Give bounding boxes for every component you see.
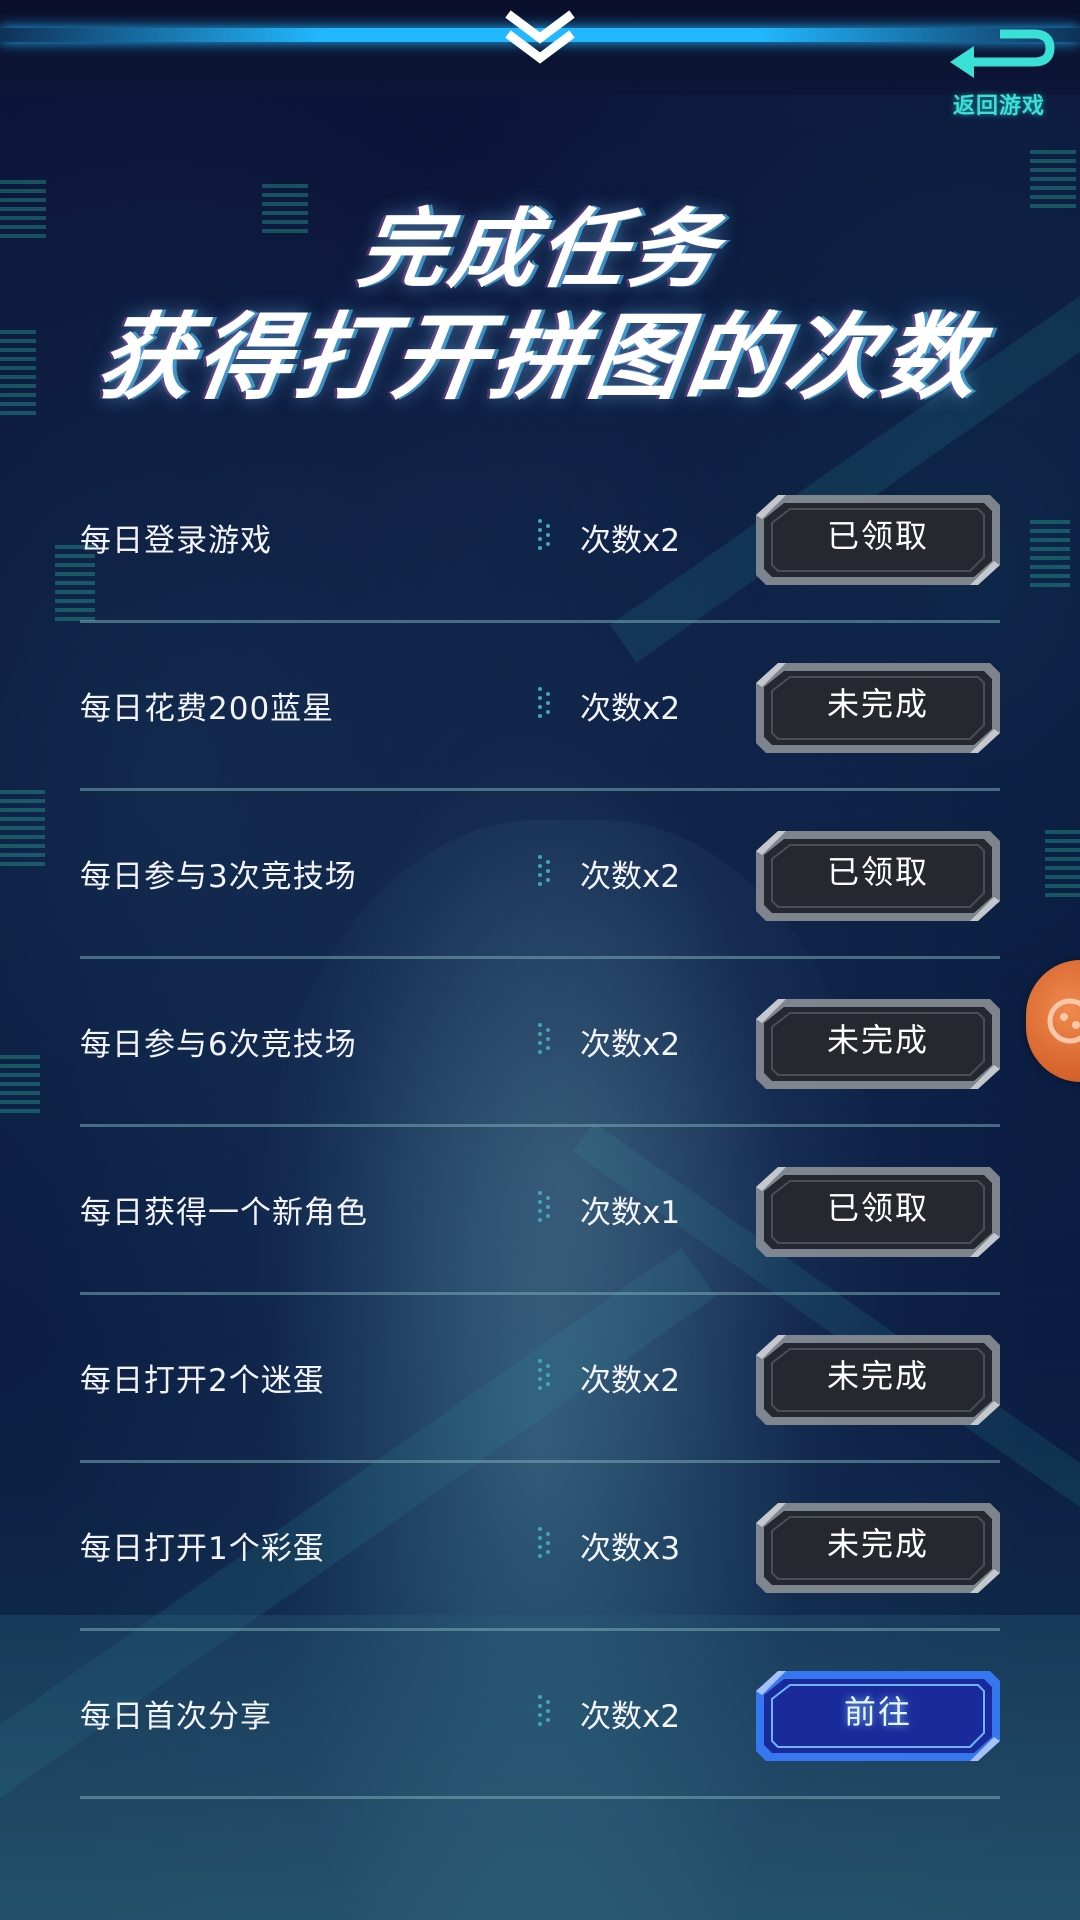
- task-name: 每日参与3次竞技场: [80, 859, 357, 895]
- incomplete-status-button[interactable]: 未完成: [756, 1499, 1000, 1595]
- task-name: 每日获得一个新角色: [80, 1195, 368, 1231]
- status-label: 未完成: [826, 1357, 929, 1395]
- task-name: 每日打开1个彩蛋: [80, 1531, 325, 1567]
- task-row: 每日花费200蓝星 次数x2 未完成: [80, 623, 1000, 791]
- status-label: 未完成: [826, 1021, 929, 1059]
- go-button[interactable]: 前往: [756, 1667, 1000, 1763]
- game-controller-icon: [1047, 998, 1080, 1044]
- task-name: 每日打开2个迷蛋: [80, 1363, 325, 1399]
- task-page: 返回游戏 完成任务 获得打开拼图的次数 每日登录游戏 次数x2 已领取 每日花费2…: [0, 0, 1080, 1920]
- bg-block: [0, 330, 36, 420]
- claimed-status-button[interactable]: 已领取: [756, 491, 1000, 587]
- status-label: 未完成: [826, 1525, 929, 1563]
- task-name: 每日花费200蓝星: [80, 691, 335, 727]
- task-name: 每日登录游戏: [80, 523, 272, 559]
- incomplete-status-button[interactable]: 未完成: [756, 1331, 1000, 1427]
- dotted-separator-icon: [536, 1525, 552, 1561]
- floating-game-button[interactable]: [1026, 960, 1080, 1082]
- bg-block: [0, 180, 46, 240]
- task-row: 每日打开1个彩蛋 次数x3 未完成: [80, 1463, 1000, 1631]
- dotted-separator-icon: [536, 517, 552, 553]
- incomplete-status-button[interactable]: 未完成: [756, 659, 1000, 755]
- task-row: 每日参与6次竞技场 次数x2 未完成: [80, 959, 1000, 1127]
- status-label: 未完成: [826, 685, 929, 723]
- claimed-status-button[interactable]: 已领取: [756, 827, 1000, 923]
- status-label: 已领取: [826, 1189, 929, 1227]
- task-reward: 次数x3: [580, 1531, 681, 1567]
- task-reward: 次数x2: [580, 859, 681, 895]
- dotted-separator-icon: [536, 685, 552, 721]
- heading-line-2: 获得打开拼图的次数: [91, 304, 989, 413]
- status-label: 已领取: [826, 853, 929, 891]
- bg-block: [1030, 520, 1070, 590]
- dotted-separator-icon: [536, 1357, 552, 1393]
- task-row: 每日打开2个迷蛋 次数x2 未完成: [80, 1295, 1000, 1463]
- return-to-game-label: 返回游戏: [952, 94, 1045, 119]
- task-reward: 次数x2: [580, 1027, 681, 1063]
- bg-block: [1045, 830, 1080, 900]
- task-reward: 次数x2: [580, 691, 681, 727]
- dotted-separator-icon: [536, 1021, 552, 1057]
- task-reward: 次数x2: [580, 1699, 681, 1735]
- return-arrow-icon: [950, 29, 1055, 78]
- task-name: 每日参与6次竞技场: [80, 1027, 357, 1063]
- task-list: 每日登录游戏 次数x2 已领取 每日花费200蓝星 次数x2 未完成 每日参与3次竞…: [80, 455, 1000, 1799]
- task-reward: 次数x1: [580, 1195, 681, 1231]
- claimed-status-button[interactable]: 已领取: [756, 1163, 1000, 1259]
- bg-block: [0, 790, 45, 870]
- dotted-separator-icon: [536, 853, 552, 889]
- heading-line-1: 完成任务: [352, 200, 728, 300]
- task-name: 每日首次分享: [80, 1699, 272, 1735]
- task-row: 每日登录游戏 次数x2 已领取: [80, 455, 1000, 623]
- dotted-separator-icon: [536, 1189, 552, 1225]
- task-reward: 次数x2: [580, 1363, 681, 1399]
- bg-block: [1030, 150, 1076, 210]
- double-chevron-down-icon[interactable]: [500, 8, 580, 64]
- status-label: 已领取: [826, 517, 929, 555]
- page-heading: 完成任务 获得打开拼图的次数: [60, 200, 1020, 414]
- dotted-separator-icon: [536, 1693, 552, 1729]
- task-row: 每日首次分享 次数x2 前往: [80, 1631, 1000, 1799]
- task-row: 每日获得一个新角色 次数x1 已领取: [80, 1127, 1000, 1295]
- incomplete-status-button[interactable]: 未完成: [756, 995, 1000, 1091]
- bg-block: [0, 1055, 40, 1115]
- status-label: 前往: [843, 1693, 912, 1731]
- return-to-game-button[interactable]: 返回游戏: [940, 28, 1058, 120]
- task-reward: 次数x2: [580, 523, 681, 559]
- task-row: 每日参与3次竞技场 次数x2 已领取: [80, 791, 1000, 959]
